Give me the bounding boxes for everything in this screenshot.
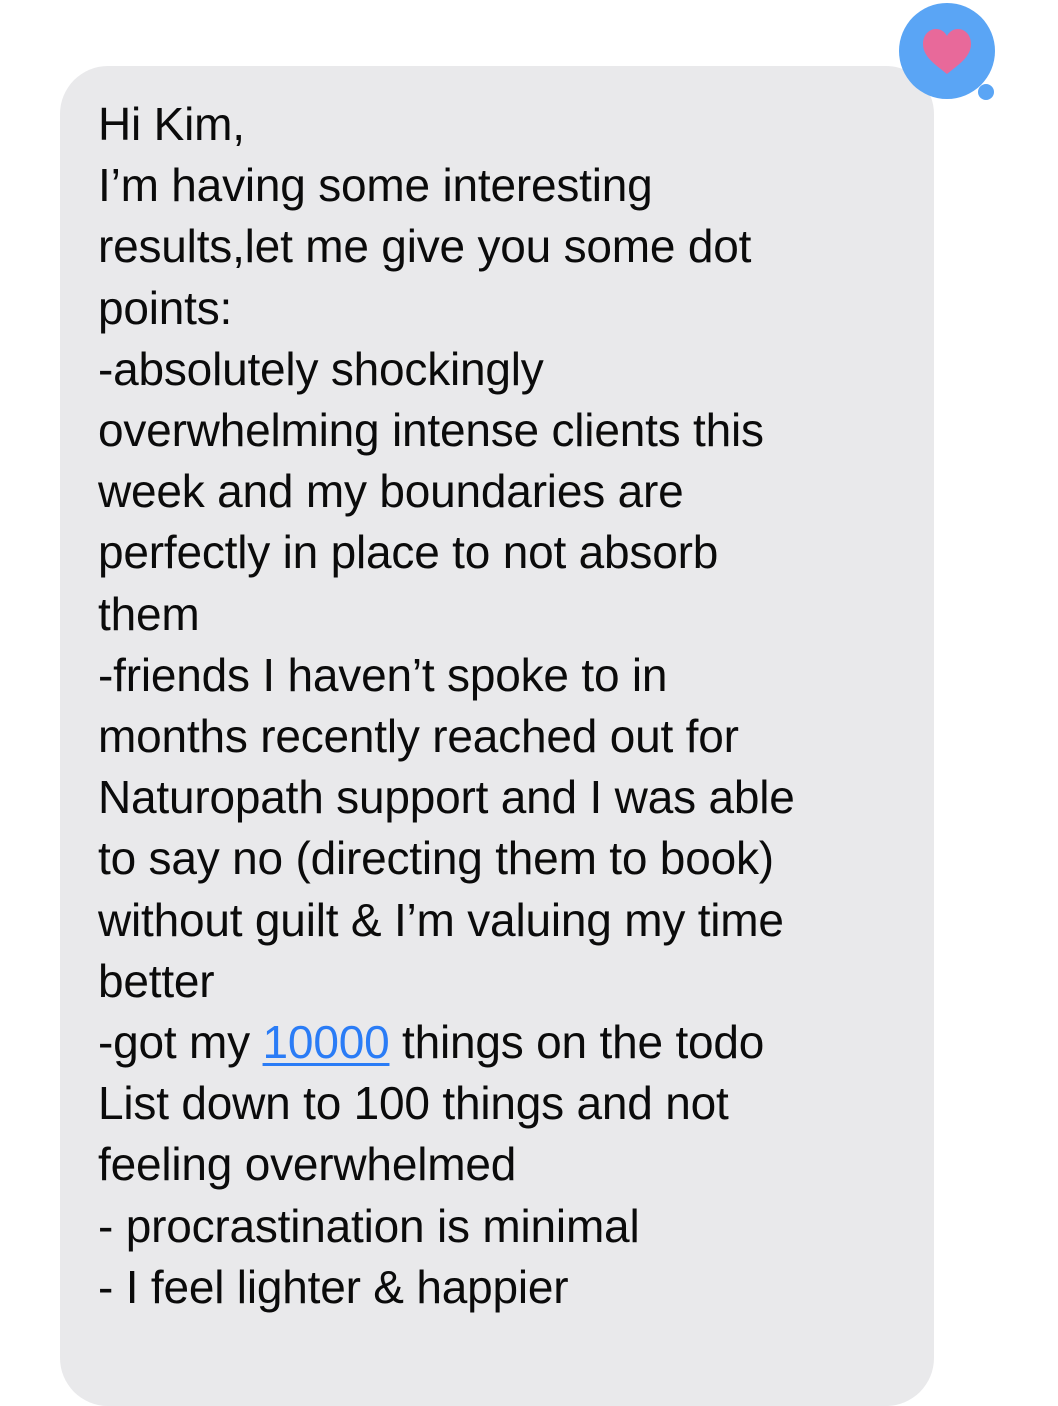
message-line: points: (98, 281, 233, 334)
message-text: -got my (98, 1016, 263, 1069)
number-link[interactable]: 10000 (263, 1016, 390, 1068)
message-line: Hi Kim, (98, 98, 245, 150)
message-line: to say no (directing them to book) (98, 832, 774, 885)
message-line: - procrastination is minimal (98, 1199, 640, 1252)
message-line: perfectly in place to not absorb (98, 526, 719, 579)
message-line: - I feel lighter & happier (98, 1260, 569, 1313)
message-line: I’m having some interesting (98, 159, 653, 212)
message-line: without guilt & I’m valuing my time (98, 893, 784, 946)
message-line: them (98, 587, 200, 640)
message-text: things on the todo (389, 1016, 765, 1069)
message-line: Naturopath support and I was able (98, 771, 795, 824)
tapback-tail-icon (978, 84, 994, 100)
message-line: -friends I haven’t spoke to in (98, 648, 668, 701)
message-line: better (98, 954, 215, 1007)
message-bubble[interactable]: Hi Kim, I’m having some interesting resu… (60, 66, 934, 1406)
message-line: overwhelming intense clients this (98, 404, 764, 457)
message-line-with-link: -got my 10000 things on the todo (98, 1012, 914, 1073)
message-line: List down to 100 things and not (98, 1077, 729, 1130)
message-line: -absolutely shockingly (98, 342, 544, 395)
message-line: week and my boundaries are (98, 465, 684, 518)
tapback-reaction[interactable] (898, 2, 1008, 111)
heart-tapback-badge (899, 3, 1008, 111)
message-line: feeling overwhelmed (98, 1138, 517, 1191)
message-line: months recently reached out for (98, 710, 739, 763)
message-line: results,let me give you some dot (98, 220, 752, 273)
